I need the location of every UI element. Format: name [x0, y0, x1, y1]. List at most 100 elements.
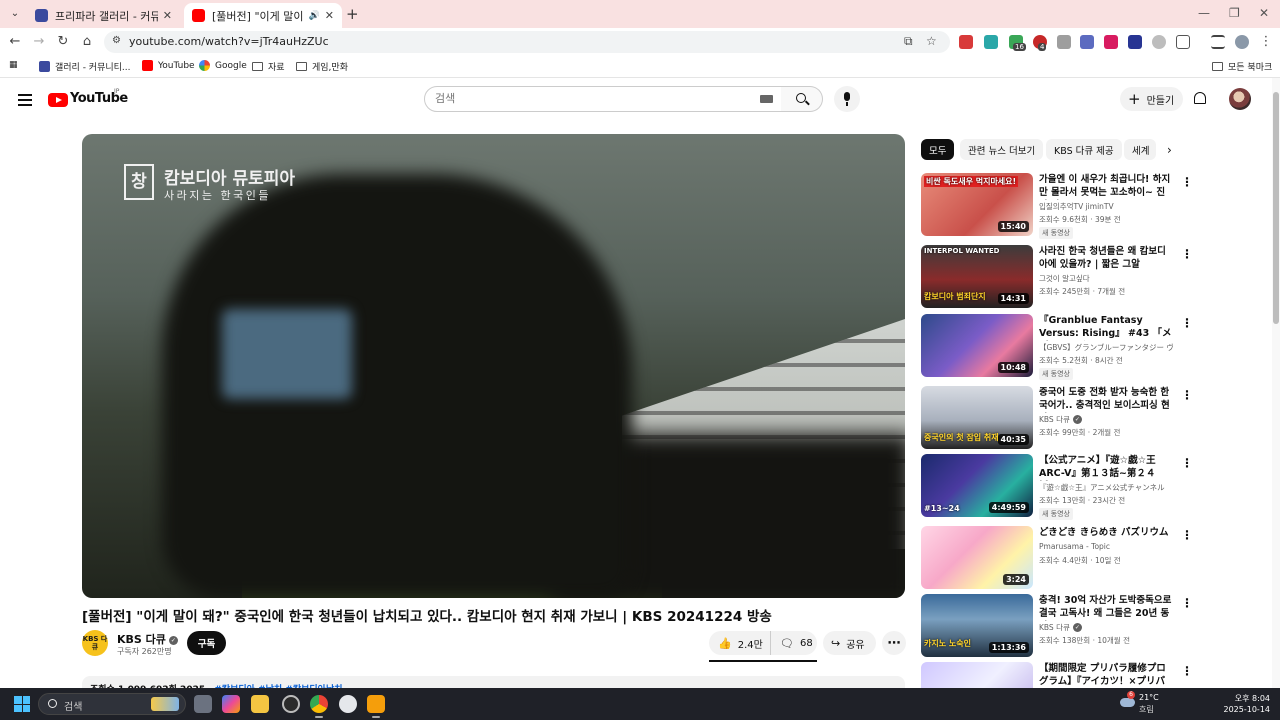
url-text[interactable]: youtube.com/watch?v=jTr4auHzZUc [129, 35, 329, 48]
extension-icon[interactable] [959, 35, 973, 49]
related-video-title[interactable]: 충격! 30억 자산가 도박중독으로 결국 고독사! 왜 그들은 20년 동안 … [1039, 594, 1173, 621]
share-button[interactable]: ↪ 공유 [823, 631, 876, 655]
reload-button[interactable]: ↻ [55, 34, 71, 50]
menu-icon[interactable] [18, 94, 32, 109]
chrome-icon[interactable] [310, 695, 328, 713]
back-button[interactable]: ← [7, 34, 23, 50]
related-video-channel[interactable]: 【GBVS】グランブルーファンタジー ヴ... [1039, 342, 1173, 353]
more-vert-icon[interactable]: ⋮ [1181, 596, 1193, 610]
related-video-title[interactable]: 【公式アニメ】『遊☆戯☆王ARC-V』第１３話~第２４話... [1039, 454, 1173, 481]
related-video[interactable]: 10:48 『Granblue Fantasy Versus: Rising』 … [921, 314, 1271, 380]
extension-icon[interactable] [1080, 35, 1094, 49]
subscribe-button[interactable]: 구독 [187, 631, 226, 655]
related-video-channel[interactable]: 입질의추억TV jiminTV [1039, 201, 1173, 212]
speaker-icon[interactable]: 🔊 [309, 11, 320, 21]
more-actions-button[interactable]: ⋯ [882, 631, 906, 655]
all-bookmarks-folder[interactable]: 모든 북마크 [1212, 60, 1272, 73]
related-video-channel[interactable]: Pmarusama - Topic [1039, 542, 1173, 551]
site-info-icon[interactable]: ⚙ [112, 35, 121, 46]
related-video-title[interactable]: 【期間限定 プリパラ履修プログラム】『アイカツ！×プリパラ ... [1039, 662, 1173, 688]
voice-search-button[interactable] [834, 86, 860, 112]
address-bar[interactable]: ⚙ youtube.com/watch?v=jTr4auHzZUc ⧉ ☆ [104, 31, 950, 53]
more-vert-icon[interactable]: ⋮ [1181, 528, 1193, 542]
channel-name[interactable]: KBS 다큐 [117, 633, 166, 646]
minimize-button[interactable]: — [1198, 6, 1210, 20]
chip-world[interactable]: 세계 [1124, 139, 1156, 160]
related-video[interactable]: INTERPOL WANTED 캄보디아 범죄단지 14:31 사라진 한국 청… [921, 245, 1271, 309]
related-video-title[interactable]: 가을엔 이 새우가 최곱니다! 하지만 몰라서 못먹는 꼬소하이~ 진짜 달..… [1039, 173, 1173, 200]
related-video-title[interactable]: 사라진 한국 청년들은 왜 캄보디아에 있을까? | 짧은 그알 [1039, 245, 1173, 272]
youtube-logo-icon[interactable] [48, 93, 68, 107]
scrollbar-thumb[interactable] [1273, 92, 1279, 324]
bookmark-folder-games[interactable]: 게임,만화 [296, 60, 348, 73]
apps-grid-icon[interactable]: ▦ [9, 60, 18, 70]
profile-avatar-icon[interactable] [1235, 35, 1249, 49]
video-thumbnail[interactable]: 카지노 노숙인 1:13:36 [921, 594, 1033, 657]
extensions-puzzle-icon[interactable] [1176, 35, 1190, 49]
related-video-channel[interactable]: KBS 다큐 [1039, 415, 1070, 424]
video-thumbnail[interactable]: #13~24 4:49:59 [921, 454, 1033, 517]
extension-icon[interactable] [984, 35, 998, 49]
video-thumbnail[interactable]: 10:48 [921, 314, 1033, 377]
page-scrollbar[interactable] [1272, 78, 1280, 688]
new-tab-button[interactable]: + [346, 5, 362, 23]
bookmark-gallery[interactable]: 갤러리 - 커뮤니티... [39, 60, 131, 73]
close-tab-icon[interactable]: ✕ [325, 9, 334, 22]
related-video-channel-row[interactable]: KBS 다큐 ✓ [1039, 622, 1173, 633]
close-tab-icon[interactable]: ✕ [163, 9, 172, 22]
notifications-bell-icon[interactable] [1194, 92, 1206, 104]
extension-icon[interactable] [1057, 35, 1071, 49]
copilot-icon[interactable] [222, 695, 240, 713]
chevron-right-icon[interactable]: › [1167, 143, 1172, 157]
search-input[interactable] [435, 92, 745, 105]
task-view-icon[interactable] [194, 695, 212, 713]
media-player-icon[interactable] [367, 695, 385, 713]
create-button[interactable]: + 만들기 [1120, 87, 1183, 111]
more-vert-icon[interactable]: ⋮ [1181, 388, 1193, 402]
channel-name-row[interactable]: KBS 다큐 ✓ [117, 631, 178, 647]
related-video-channel-row[interactable]: KBS 다큐 ✓ [1039, 414, 1173, 425]
video-thumbnail[interactable]: 비싼 독도새우 먹지마세요! 15:40 [921, 173, 1033, 236]
video-thumbnail[interactable]: 중국인의 첫 잠입 취재 40:35 [921, 386, 1033, 449]
more-vert-icon[interactable]: ⋮ [1181, 175, 1193, 189]
chip-related-news[interactable]: 관련 뉴스 더보기 [960, 139, 1044, 160]
tab-prepara-gallery[interactable]: 프리파라 갤러리 - 커뮤니티 포 ✕ [27, 3, 180, 28]
maximize-button[interactable]: ❐ [1229, 6, 1240, 20]
more-vert-icon[interactable]: ⋮ [1181, 247, 1193, 261]
more-vert-icon[interactable]: ⋮ [1181, 316, 1193, 330]
more-vert-icon[interactable]: ⋮ [1181, 664, 1193, 678]
related-video[interactable]: 중국인의 첫 잠입 취재 40:35 중국어 도중 전화 받자 능숙한 한국어가… [921, 386, 1271, 450]
home-button[interactable]: ⌂ [79, 34, 95, 50]
related-video-channel[interactable]: 『遊☆戯☆王』アニメ公式チャンネル [1039, 482, 1173, 493]
reading-list-icon[interactable] [1211, 35, 1225, 49]
related-video-channel[interactable]: 그것이 알고싶다 [1039, 273, 1173, 284]
video-thumbnail[interactable] [921, 662, 1033, 688]
video-thumbnail[interactable]: INTERPOL WANTED 캄보디아 범죄단지 14:31 [921, 245, 1033, 308]
search-button[interactable] [781, 86, 823, 112]
system-clock[interactable]: 오후 8:04 2025-10-14 [1222, 693, 1271, 715]
cast-icon[interactable]: ⧉ [904, 34, 913, 49]
keyboard-icon[interactable] [760, 95, 773, 103]
video-thumbnail[interactable]: 3:24 [921, 526, 1033, 589]
bookmark-folder-data[interactable]: 자료 [252, 60, 285, 73]
related-video[interactable]: 【期間限定 プリパラ履修プログラム】『アイカツ！×プリパラ ... ⋮ [921, 662, 1271, 688]
extension-icon[interactable] [1152, 35, 1166, 49]
related-video-title[interactable]: 『Granblue Fantasy Versus: Rising』 #43 「メ… [1039, 314, 1173, 341]
account-avatar[interactable] [1229, 88, 1251, 110]
file-explorer-icon[interactable] [251, 695, 269, 713]
bookmark-youtube[interactable]: YouTube [142, 60, 195, 71]
search-box[interactable] [424, 86, 782, 112]
more-vert-icon[interactable]: ⋮ [1181, 456, 1193, 470]
related-video[interactable]: 3:24 どきどき きらめき パズリウム Pmarusama - Topic 조… [921, 526, 1271, 590]
bookmark-google[interactable]: Google [199, 60, 247, 71]
app-icon[interactable] [282, 695, 300, 713]
related-video[interactable]: 비싼 독도새우 먹지마세요! 15:40 가을엔 이 새우가 최곱니다! 하지만… [921, 173, 1271, 239]
messenger-icon[interactable] [339, 695, 357, 713]
related-video[interactable]: #13~24 4:49:59 【公式アニメ】『遊☆戯☆王ARC-V』第１３話~第… [921, 454, 1271, 520]
browser-menu-icon[interactable]: ⋮ [1258, 34, 1274, 50]
extension-icon[interactable] [1128, 35, 1142, 49]
related-video-title[interactable]: 중국어 도중 전화 받자 능숙한 한국어가.. 충격적인 보이스피싱 현장 ..… [1039, 386, 1173, 413]
taskbar-search[interactable]: 검색 [38, 693, 186, 715]
windows-start-icon[interactable] [14, 696, 30, 712]
video-player[interactable]: 창 캄보디아 뮤토피아 사라지는 한국인들 [82, 134, 905, 598]
